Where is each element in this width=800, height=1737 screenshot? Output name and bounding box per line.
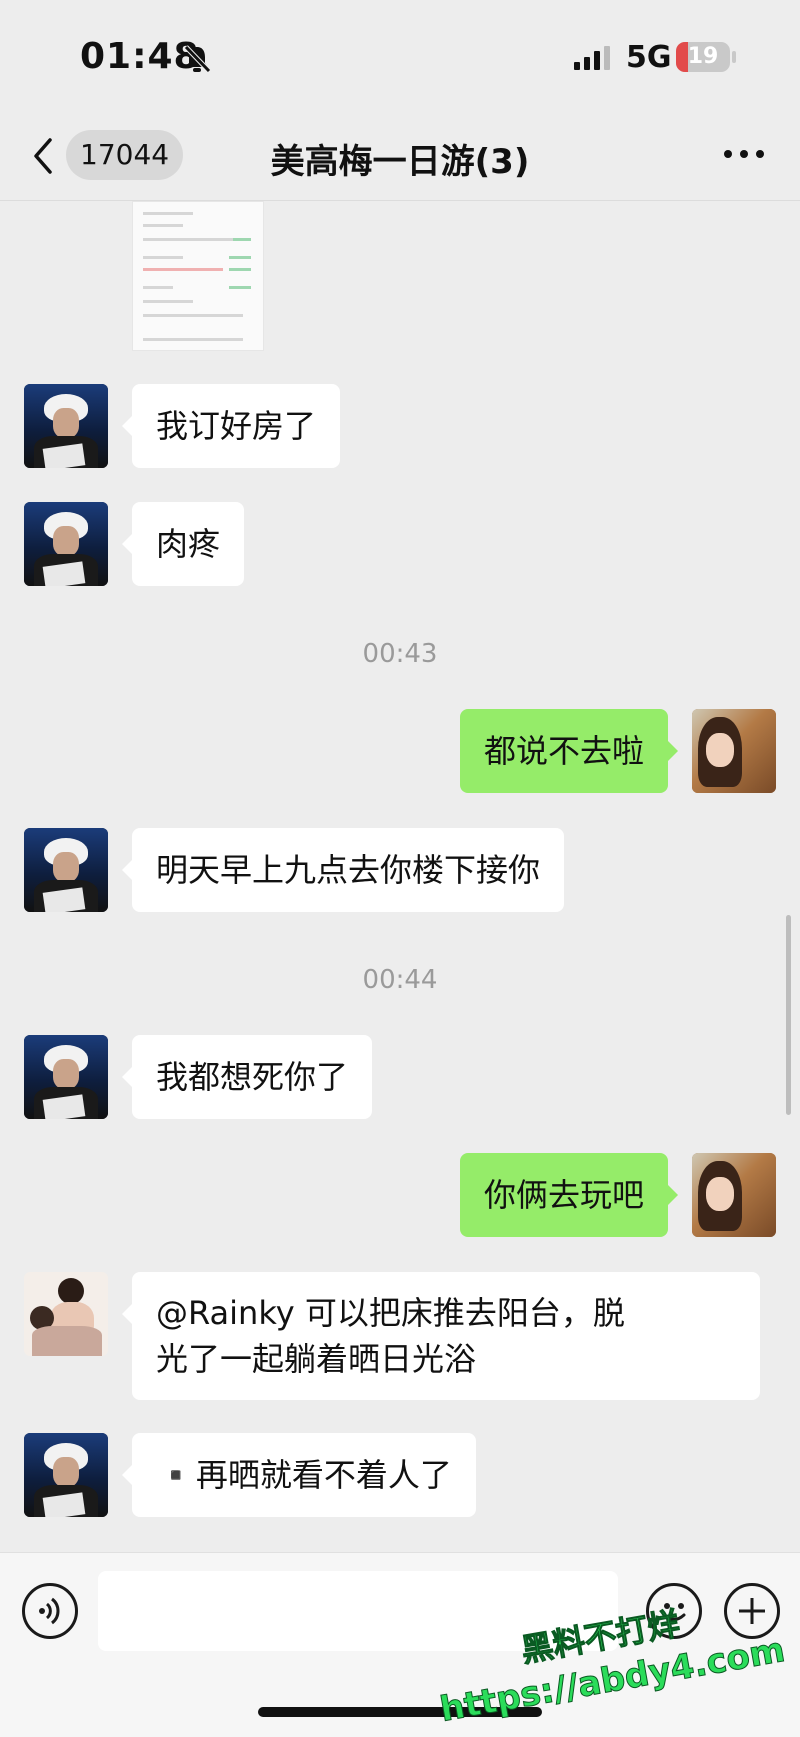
image-message[interactable] (132, 201, 264, 351)
battery-level: 19 (687, 44, 719, 69)
avatar-friend-a[interactable] (24, 828, 108, 912)
message-line: @Rainky 可以把床推去阳台，脱 (156, 1294, 625, 1332)
timestamp: 00:43 (362, 639, 438, 669)
status-bar: 01:48 5G 19 (0, 0, 800, 120)
message-bubble[interactable]: 我都想死你了 (121, 1035, 373, 1119)
avatar-friend-a[interactable] (24, 1035, 108, 1119)
scrollbar[interactable] (786, 915, 791, 1115)
timestamp: 00:44 (362, 965, 438, 995)
message-list[interactable]: 我订好房了 肉疼 00:43 都说不去啦 明天早上九点去你楼下接你 00:44 … (0, 201, 800, 1551)
avatar-friend-a[interactable] (24, 1433, 108, 1517)
avatar-friend-a[interactable] (24, 502, 108, 586)
bell-slash-icon (184, 45, 211, 73)
cellular-signal-icon (574, 46, 610, 70)
message-bubble[interactable]: ▪️再晒就看不着人了 (122, 1433, 476, 1517)
input-bar (0, 1552, 800, 1737)
avatar-friend-b[interactable] (24, 1272, 108, 1356)
message-line: 光了一起躺着晒日光浴 (156, 1340, 477, 1378)
avatar-self[interactable] (692, 709, 776, 793)
more-dots-icon[interactable] (724, 150, 764, 158)
avatar-self[interactable] (692, 1153, 776, 1237)
message-bubble[interactable]: 明天早上九点去你楼下接你 (121, 828, 565, 912)
chat-title: 美高梅一日游(3) (270, 142, 530, 182)
message-bubble-self[interactable]: 都说不去啦 (459, 709, 679, 793)
chat-header: 17044 美高梅一日游(3) (0, 120, 800, 201)
network-type: 5G (626, 40, 672, 75)
message-bubble-self[interactable]: 你俩去玩吧 (459, 1153, 679, 1237)
battery-indicator: 19 (676, 42, 730, 72)
avatar-friend-a[interactable] (24, 384, 108, 468)
message-bubble[interactable]: 我订好房了 (121, 384, 341, 468)
message-bubble[interactable]: 肉疼 (121, 502, 245, 586)
voice-icon[interactable] (22, 1583, 78, 1639)
battery-tip (732, 51, 736, 63)
message-bubble[interactable]: @Rainky 可以把床推去阳台，脱 光了一起躺着晒日光浴 (122, 1272, 760, 1400)
